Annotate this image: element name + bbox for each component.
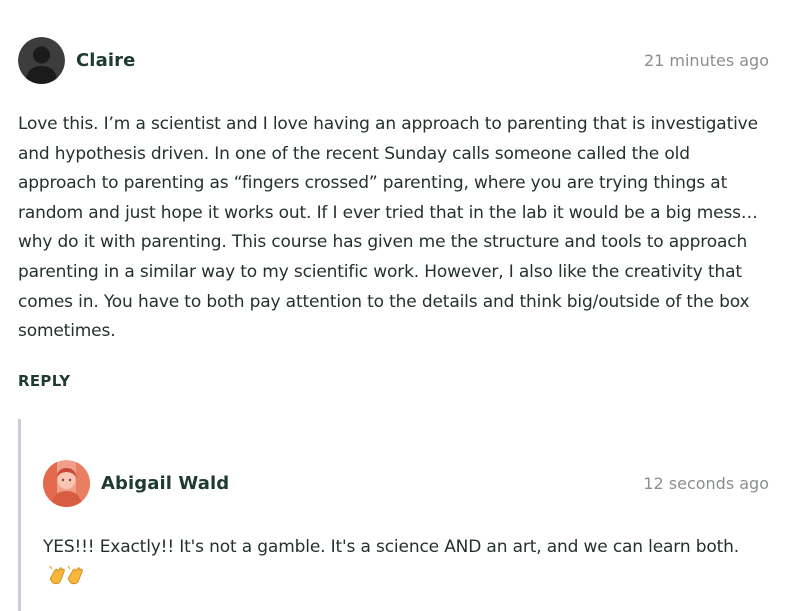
reply-thread: Abigail Wald 12 seconds ago YES!!! Exact… — [18, 419, 769, 611]
user-photo-avatar-icon[interactable] — [43, 460, 90, 507]
reply-text-container: YES!!! Exactly!! It's not a gamble. It's… — [43, 533, 769, 595]
reply-comment: Abigail Wald 12 seconds ago YES!!! Exact… — [43, 460, 769, 595]
clapping-hands-icon — [47, 565, 85, 596]
comment-header: Claire 21 minutes ago — [18, 37, 769, 84]
reply-timestamp[interactable]: 12 seconds ago — [643, 474, 769, 493]
reply-header: Abigail Wald 12 seconds ago — [43, 460, 769, 507]
reply-text: YES!!! Exactly!! It's not a gamble. It's… — [43, 537, 740, 557]
comment-timestamp[interactable]: 21 minutes ago — [644, 51, 769, 70]
comment: Claire 21 minutes ago Love this. I’m a s… — [18, 37, 769, 390]
comment-text: Love this. I’m a scientist and I love ha… — [18, 114, 758, 342]
reply-button[interactable]: REPLY — [18, 372, 70, 390]
comment-author[interactable]: Claire — [76, 50, 135, 71]
reply-author[interactable]: Abigail Wald — [101, 473, 229, 494]
default-user-avatar-icon[interactable] — [18, 37, 65, 84]
